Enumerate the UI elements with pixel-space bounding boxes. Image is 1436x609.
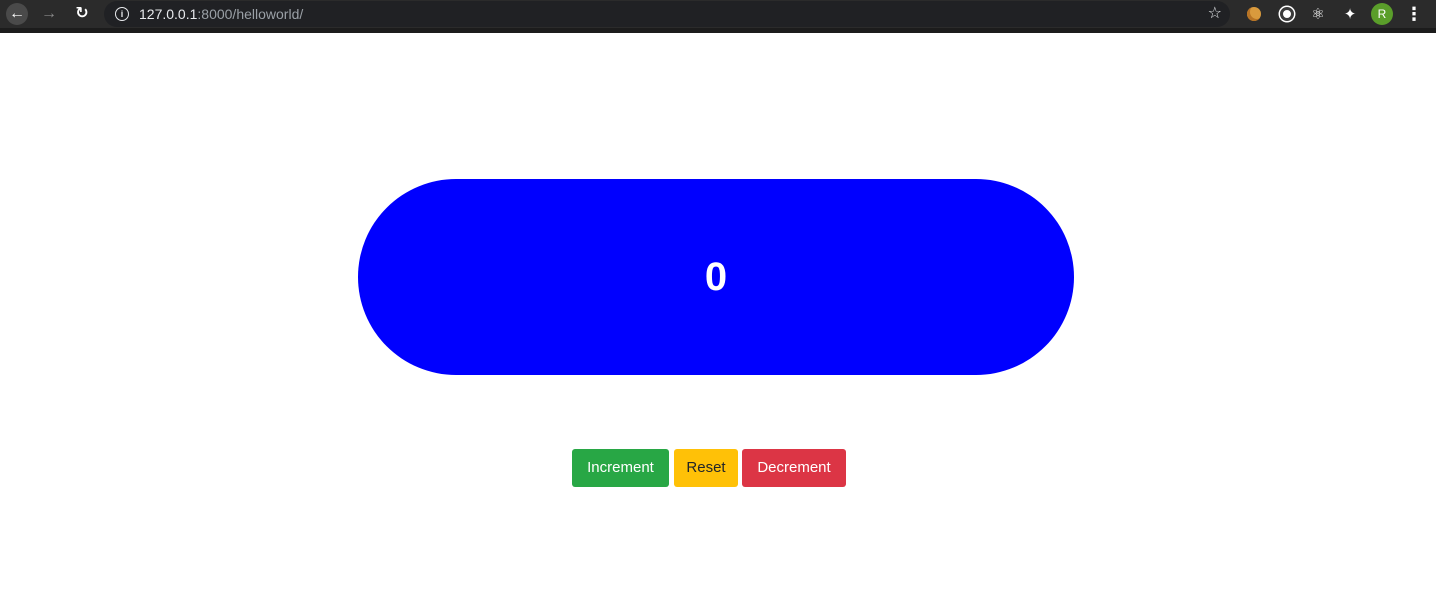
toolbar-divider xyxy=(0,28,1436,33)
back-arrow-icon[interactable]: ← xyxy=(6,3,28,25)
url-host: 127.0.0.1 xyxy=(139,6,198,22)
url-text[interactable]: 127.0.0.1:8000/helloworld/ xyxy=(139,7,303,22)
address-bar[interactable]: i 127.0.0.1:8000/helloworld/ ☆ xyxy=(104,1,1230,27)
forward-arrow-icon[interactable]: → xyxy=(38,3,60,25)
counter-value: 0 xyxy=(704,255,728,299)
reset-button[interactable]: Reset xyxy=(674,449,738,487)
circle-extension-icon[interactable] xyxy=(1278,5,1296,23)
browser-toolbar: ← → ↻ i 127.0.0.1:8000/helloworld/ ☆ ⚛ ✦… xyxy=(0,0,1436,28)
decrement-button[interactable]: Decrement xyxy=(742,449,846,487)
cookie-extension-icon[interactable] xyxy=(1245,5,1263,23)
react-extension-icon[interactable]: ⚛ xyxy=(1309,5,1327,23)
increment-button[interactable]: Increment xyxy=(572,449,669,487)
menu-dots-icon[interactable]: ⋮ xyxy=(1405,4,1423,24)
reload-icon[interactable]: ↻ xyxy=(71,3,93,25)
info-icon[interactable]: i xyxy=(115,7,129,21)
url-path: :8000/helloworld/ xyxy=(197,6,304,22)
extensions-puzzle-icon[interactable]: ✦ xyxy=(1341,5,1359,23)
profile-avatar[interactable]: R xyxy=(1371,3,1393,25)
counter-display: 0 xyxy=(358,179,1074,375)
bookmark-star-icon[interactable]: ☆ xyxy=(1208,4,1222,24)
